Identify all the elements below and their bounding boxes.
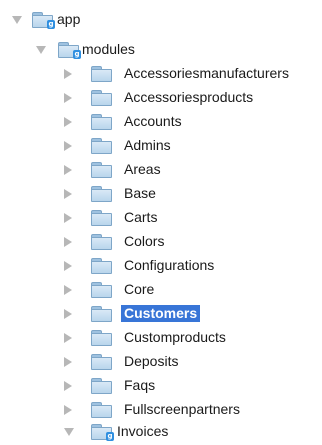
tree-row-item[interactable]: Deposits bbox=[0, 350, 322, 374]
disclosure-collapsed-icon[interactable] bbox=[64, 69, 72, 79]
project-file-tree: g app g modules Accessoriesmanufacturers… bbox=[0, 0, 322, 445]
disclosure-collapsed-icon[interactable] bbox=[64, 213, 72, 223]
folder-icon bbox=[91, 378, 112, 394]
tree-row-invoices[interactable]: g Invoices bbox=[0, 420, 322, 444]
tree-row-modules[interactable]: g modules bbox=[0, 38, 322, 62]
folder-icon bbox=[91, 114, 112, 130]
folder-icon bbox=[91, 186, 112, 202]
folder-icon bbox=[91, 90, 112, 106]
disclosure-collapsed-icon[interactable] bbox=[64, 165, 72, 175]
folder-icon bbox=[91, 138, 112, 154]
tree-item-label: Deposits bbox=[124, 353, 179, 369]
folder-icon: g bbox=[32, 12, 55, 29]
disclosure-expanded-icon[interactable] bbox=[12, 16, 22, 24]
tree-item-label: Accounts bbox=[124, 113, 182, 129]
tree-item-label: Colors bbox=[124, 233, 165, 249]
tree-item-label: Accessoriesmanufacturers bbox=[124, 65, 289, 81]
tree-item-label: Customproducts bbox=[124, 329, 226, 345]
tree-row-item[interactable]: Fullscreenpartners bbox=[0, 398, 322, 422]
package-badge-icon: g bbox=[47, 20, 55, 29]
tree-label-modules: modules bbox=[82, 41, 135, 57]
folder-icon: g bbox=[58, 42, 81, 59]
tree-row-item[interactable]: Admins bbox=[0, 134, 322, 158]
tree-item-label: Accessoriesproducts bbox=[124, 89, 254, 105]
package-badge-icon: g bbox=[73, 50, 81, 59]
disclosure-expanded-icon[interactable] bbox=[64, 428, 74, 436]
disclosure-collapsed-icon[interactable] bbox=[64, 333, 72, 343]
disclosure-collapsed-icon[interactable] bbox=[64, 405, 72, 415]
tree-row-item[interactable]: Accessoriesmanufacturers bbox=[0, 62, 322, 86]
tree-row-item[interactable]: Faqs bbox=[0, 374, 322, 398]
tree-item-label: Base bbox=[124, 185, 156, 201]
tree-row-item[interactable]: Areas bbox=[0, 158, 322, 182]
tree-row-item[interactable]: Accessoriesproducts bbox=[0, 86, 322, 110]
tree-item-label: Areas bbox=[124, 161, 161, 177]
tree-row-item-selected[interactable]: Customers bbox=[0, 302, 322, 326]
folder-icon bbox=[91, 306, 112, 322]
package-badge-icon: g bbox=[106, 432, 114, 441]
disclosure-collapsed-icon[interactable] bbox=[64, 237, 72, 247]
tree-item-label: Faqs bbox=[124, 377, 156, 393]
tree-item-label: Configurations bbox=[124, 257, 215, 273]
disclosure-collapsed-icon[interactable] bbox=[64, 285, 72, 295]
tree-row-item[interactable]: Core bbox=[0, 278, 322, 302]
folder-icon bbox=[91, 402, 112, 418]
folder-icon bbox=[91, 66, 112, 82]
tree-item-label: Carts bbox=[124, 209, 158, 225]
disclosure-collapsed-icon[interactable] bbox=[64, 141, 72, 151]
tree-item-label: Fullscreenpartners bbox=[124, 401, 240, 417]
disclosure-collapsed-icon[interactable] bbox=[64, 261, 72, 271]
folder-icon bbox=[91, 330, 112, 346]
disclosure-collapsed-icon[interactable] bbox=[64, 189, 72, 199]
tree-row-item[interactable]: Accounts bbox=[0, 110, 322, 134]
tree-row-item[interactable]: Configurations bbox=[0, 254, 322, 278]
tree-row-item[interactable]: Colors bbox=[0, 230, 322, 254]
disclosure-collapsed-icon[interactable] bbox=[64, 381, 72, 391]
tree-row-app[interactable]: g app bbox=[0, 8, 322, 32]
folder-icon bbox=[91, 354, 112, 370]
tree-item-label: Admins bbox=[124, 137, 171, 153]
disclosure-expanded-icon[interactable] bbox=[36, 46, 46, 54]
folder-icon: g bbox=[91, 424, 114, 441]
disclosure-collapsed-icon[interactable] bbox=[64, 309, 72, 319]
folder-icon bbox=[91, 258, 112, 274]
tree-row-item[interactable]: Base bbox=[0, 182, 322, 206]
disclosure-collapsed-icon[interactable] bbox=[64, 117, 72, 127]
disclosure-collapsed-icon[interactable] bbox=[64, 93, 72, 103]
tree-row-item[interactable]: Carts bbox=[0, 206, 322, 230]
tree-row-item[interactable]: Customproducts bbox=[0, 326, 322, 350]
tree-label-invoices: Invoices bbox=[117, 423, 169, 439]
folder-icon bbox=[91, 210, 112, 226]
tree-item-label-selected: Customers bbox=[121, 305, 201, 322]
tree-item-label: Core bbox=[124, 281, 155, 297]
disclosure-collapsed-icon[interactable] bbox=[64, 357, 72, 367]
folder-icon bbox=[91, 282, 112, 298]
folder-icon bbox=[91, 162, 112, 178]
folder-icon bbox=[91, 234, 112, 250]
tree-label-app: app bbox=[57, 11, 81, 27]
